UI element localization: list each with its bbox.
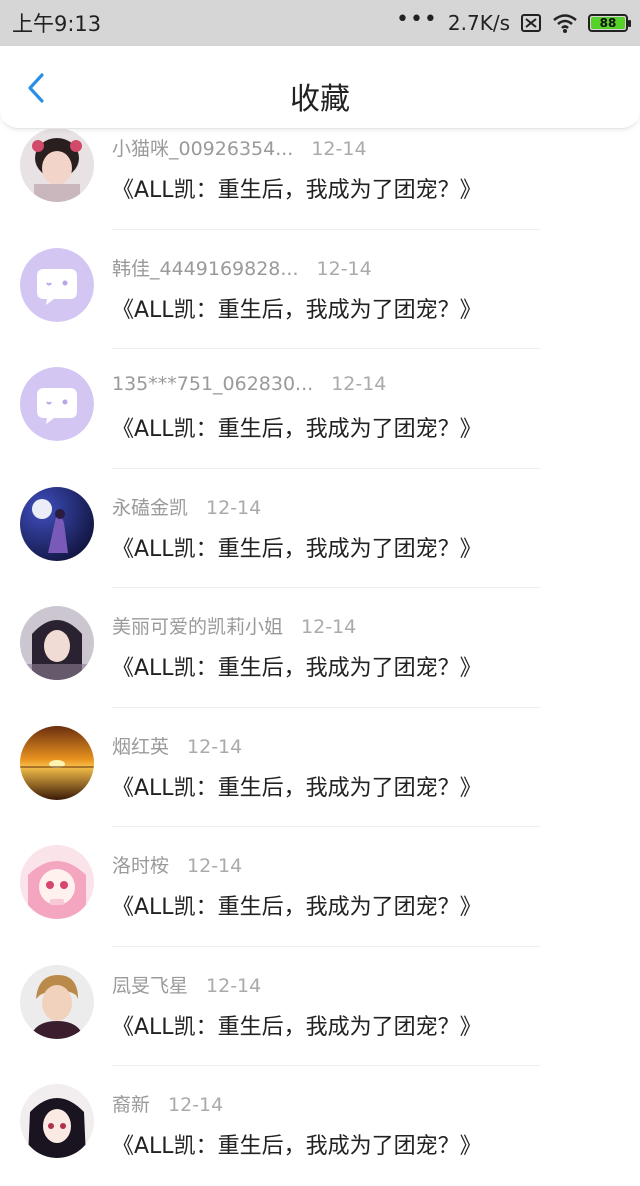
item-title[interactable]: 《ALL凯：重生后，我成为了团宠？》 <box>112 1009 482 1041</box>
item-title[interactable]: 《ALL凯：重生后，我成为了团宠？》 <box>112 411 482 443</box>
status-bar: 上午9:13 ••• 2.7K/s 88 <box>0 0 640 46</box>
user-name: 美丽可爱的凯莉小姐 <box>112 616 284 638</box>
wifi-icon <box>553 14 577 33</box>
item-meta: 凨旻飞星 12-14 <box>112 971 261 998</box>
item-title[interactable]: 《ALL凯：重生后，我成为了团宠？》 <box>112 531 482 563</box>
avatar[interactable] <box>20 1084 94 1158</box>
user-name: 裔新 <box>112 1094 151 1116</box>
avatar[interactable] <box>20 606 94 680</box>
avatar[interactable] <box>20 367 94 441</box>
item-meta: 135***751_062830... 12-14 <box>112 373 386 395</box>
list-item[interactable]: 凨旻飞星 12-14 《ALL凯：重生后，我成为了团宠？》 <box>0 947 640 1066</box>
user-name: 韩佳_4449169828... <box>112 257 299 280</box>
user-name: 小猫咪_00926354... <box>112 138 294 160</box>
item-date: 12-14 <box>206 974 262 997</box>
list-item[interactable]: 永磕金凯 12-14 《ALL凯：重生后，我成为了团宠？》 <box>0 469 640 588</box>
item-date: 12-14 <box>187 855 243 877</box>
item-meta: 裔新 12-14 <box>112 1090 223 1117</box>
list-item[interactable]: 135***751_062830... 12-14 《ALL凯：重生后，我成为了团… <box>0 349 640 469</box>
item-date: 12-14 <box>187 735 243 758</box>
list-item[interactable]: 韩佳_4449169828... 12-14 《ALL凯：重生后，我成为了团宠？》 <box>0 230 640 349</box>
list-item[interactable]: 美丽可爱的凯莉小姐 12-14 《ALL凯：重生后，我成为了团宠？》 <box>0 588 640 708</box>
chat-bubble-icon <box>20 247 94 322</box>
battery-level: 88 <box>591 16 625 30</box>
avatar[interactable] <box>20 845 94 919</box>
chat-bubble-icon <box>20 367 94 441</box>
item-meta: 小猫咪_00926354... 12-14 <box>112 134 367 161</box>
user-name: 凨旻飞星 <box>112 974 189 997</box>
item-title[interactable]: 《ALL凯：重生后，我成为了团宠？》 <box>112 650 482 682</box>
user-name: 永磕金凯 <box>112 496 189 519</box>
item-date: 12-14 <box>311 138 367 160</box>
network-speed: 2.7K/s <box>447 11 510 35</box>
status-time: 上午9:13 <box>12 12 102 36</box>
status-indicators: ••• 2.7K/s 88 <box>396 7 631 36</box>
item-date: 12-14 <box>316 257 372 280</box>
item-date: 12-14 <box>331 373 387 395</box>
sim-off-icon <box>521 14 541 32</box>
page-title: 收藏 <box>290 82 350 117</box>
item-meta: 永磕金凯 12-14 <box>112 493 261 520</box>
item-title[interactable]: 《ALL凯：重生后，我成为了团宠？》 <box>112 292 482 324</box>
favorites-list: 小猫咪_00926354... 12-14 《ALL凯：重生后，我成为了团宠？》 … <box>0 110 640 1186</box>
avatar[interactable] <box>20 247 94 322</box>
item-title[interactable]: 《ALL凯：重生后，我成为了团宠？》 <box>112 172 482 204</box>
user-name: 烟红英 <box>112 735 170 758</box>
list-item[interactable]: 烟红英 12-14 《ALL凯：重生后，我成为了团宠？》 <box>0 708 640 827</box>
item-date: 12-14 <box>206 496 262 519</box>
avatar[interactable] <box>20 964 94 1039</box>
item-title[interactable]: 《ALL凯：重生后，我成为了团宠？》 <box>112 770 482 802</box>
list-item[interactable]: 洛时桉 12-14 《ALL凯：重生后，我成为了团宠？》 <box>0 827 640 947</box>
item-title[interactable]: 《ALL凯：重生后，我成为了团宠？》 <box>112 889 482 921</box>
item-meta: 韩佳_4449169828... 12-14 <box>112 254 372 281</box>
avatar[interactable] <box>20 486 94 561</box>
user-name: 洛时桉 <box>112 855 170 877</box>
avatar[interactable] <box>20 128 94 202</box>
item-date: 12-14 <box>168 1094 224 1116</box>
item-date: 12-14 <box>301 616 357 638</box>
battery-icon: 88 <box>588 14 631 32</box>
item-meta: 烟红英 12-14 <box>112 732 242 759</box>
list-item[interactable]: 裔新 12-14 《ALL凯：重生后，我成为了团宠？》 <box>0 1066 640 1186</box>
item-meta: 洛时桉 12-14 <box>112 851 242 878</box>
header: 收藏 <box>0 46 640 129</box>
avatar[interactable] <box>20 725 94 800</box>
item-meta: 美丽可爱的凯莉小姐 12-14 <box>112 612 356 639</box>
more-dots-icon: ••• <box>395 6 438 32</box>
user-name: 135***751_062830... <box>112 373 314 395</box>
item-title[interactable]: 《ALL凯：重生后，我成为了团宠？》 <box>112 1128 482 1160</box>
